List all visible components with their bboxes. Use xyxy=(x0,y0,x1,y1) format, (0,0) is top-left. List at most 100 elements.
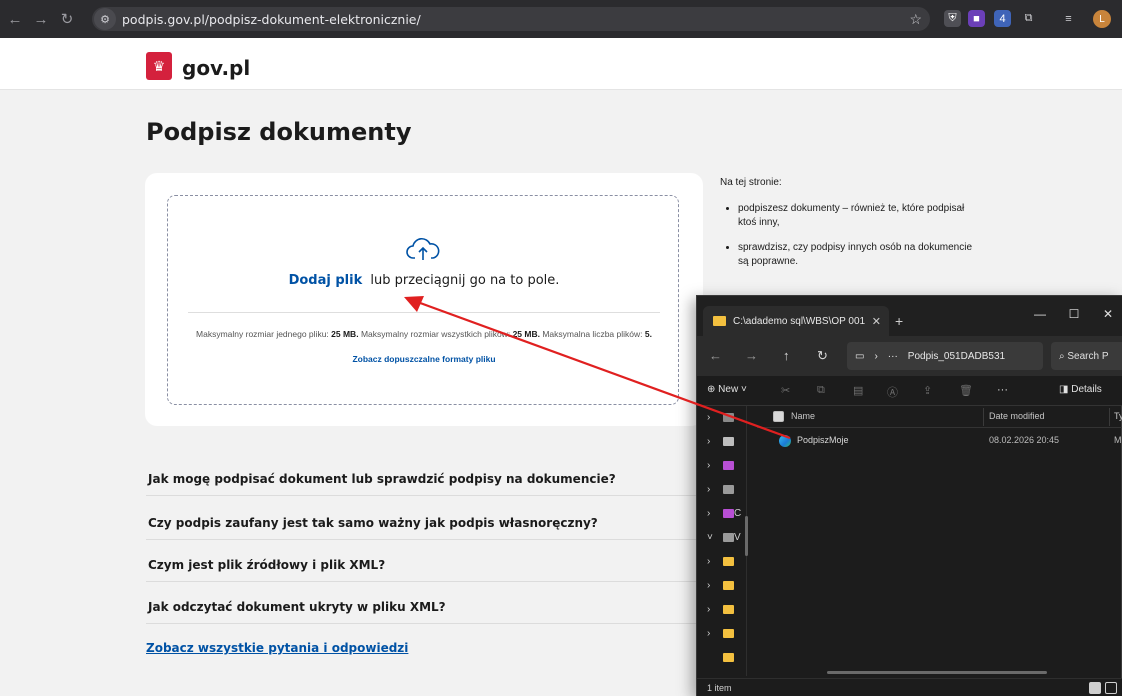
copy-icon[interactable]: ⧉ xyxy=(817,384,825,397)
nav-item[interactable]: › xyxy=(707,482,734,496)
delete-icon[interactable]: 🗑 xyxy=(959,384,973,397)
item-count: 1 item xyxy=(707,683,732,693)
extension-badge-count: 4 xyxy=(999,12,1006,25)
column-name[interactable]: Name xyxy=(791,411,815,421)
file-dropzone[interactable]: Dodaj plik lub przeciągnij go na to pole… xyxy=(167,195,679,405)
new-label: New xyxy=(718,384,739,395)
search-placeholder: Search P xyxy=(1067,350,1109,362)
navigation-scrollbar[interactable] xyxy=(745,516,748,556)
limit-count-label: Maksymalna liczba plików: xyxy=(542,329,643,339)
tiles-view-icon[interactable] xyxy=(1105,682,1117,694)
horizontal-scrollbar[interactable] xyxy=(827,671,1047,674)
up-icon[interactable]: ↑ xyxy=(783,348,790,363)
forward-icon[interactable]: → xyxy=(30,11,52,28)
column-date-modified[interactable]: Date modified xyxy=(989,411,1045,421)
allowed-formats-link[interactable]: Zobacz dopuszczalne formaty pliku xyxy=(168,354,680,364)
forward-icon[interactable]: → xyxy=(745,348,758,363)
file-row[interactable]: PodpiszMoje 08.02.2026 20:45 Mi xyxy=(757,432,1122,450)
close-tab-icon[interactable]: ✕ xyxy=(872,315,881,328)
paste-icon[interactable]: ▤ xyxy=(853,384,863,397)
nav-item[interactable]: › xyxy=(707,410,734,424)
address-bar[interactable]: ⚙ podpis.gov.pl/podpisz-dokument-elektro… xyxy=(92,7,930,31)
file-type: Mi xyxy=(1114,435,1122,445)
path-overflow[interactable]: ··· xyxy=(888,351,898,362)
nav-folder[interactable]: › xyxy=(707,578,734,592)
file-date: 08.02.2026 20:45 xyxy=(989,435,1060,445)
nav-item[interactable]: › xyxy=(707,434,734,448)
explorer-search[interactable]: ⌕ Search P xyxy=(1051,342,1122,370)
refresh-icon[interactable]: ↻ xyxy=(817,348,828,364)
new-tab-icon[interactable]: + xyxy=(895,313,903,329)
back-icon[interactable]: ← xyxy=(709,348,722,363)
faq-item-xml-document[interactable]: Jak odczytać dokument ukryty w pliku XML… xyxy=(146,590,702,624)
upload-limits: Maksymalny rozmiar jednego pliku: 25 MB.… xyxy=(188,329,660,340)
file-list-header: Name Date modified Typ xyxy=(757,406,1122,428)
upload-card: Dodaj plik lub przeciągnij go na to pole… xyxy=(145,173,703,426)
faq-item-sign-document[interactable]: Jak mogę podpisać dokument lub sprawdzić… xyxy=(146,462,702,496)
page-summary: Na tej stronie: podpiszesz dokumenty – r… xyxy=(720,176,980,280)
limit-total-label: Maksymalny rozmiar wszystkich plików: xyxy=(360,329,511,339)
summary-item: sprawdzisz, czy podpisy innych osób na d… xyxy=(738,241,980,269)
close-window-icon[interactable]: ✕ xyxy=(1099,307,1117,321)
shield-extension-icon[interactable]: ⛨ xyxy=(944,10,961,27)
details-label: Details xyxy=(1071,384,1102,395)
explorer-navigation-pane: › › › › › C ˅ V › › › › xyxy=(697,406,747,676)
v-drive-label: V xyxy=(734,531,741,543)
brand-name[interactable]: gov.pl xyxy=(182,56,250,80)
cut-icon[interactable]: ✂ xyxy=(781,384,790,397)
extension-badge-icon[interactable]: 4 xyxy=(994,10,1011,27)
path-current-folder[interactable]: Podpis_051DADB531 xyxy=(908,351,1005,362)
back-icon[interactable]: ← xyxy=(4,11,26,28)
nav-folder[interactable]: › xyxy=(707,554,734,568)
nav-folder[interactable]: › xyxy=(707,602,734,616)
more-options-button[interactable]: ··· xyxy=(997,384,1008,396)
select-all-checkbox[interactable] xyxy=(773,411,784,422)
limit-single-value: 25 MB. xyxy=(331,329,359,339)
explorer-command-bar: ⊕ New ˅ ✂ ⧉ ▤ Ⓐ ⇪ 🗑 ··· ◨ Details xyxy=(697,376,1122,406)
polish-eagle-logo-icon[interactable]: ♛ xyxy=(146,52,172,80)
explorer-titlebar: C:\adademo sql\WBS\OP 001 ✕ + — ☐ ✕ xyxy=(697,296,1122,336)
column-type[interactable]: Typ xyxy=(1114,411,1122,421)
nav-item[interactable]: › xyxy=(707,458,734,472)
puzzle-extensions-icon[interactable]: ⧉ xyxy=(1020,10,1037,27)
file-name[interactable]: PodpiszMoje xyxy=(797,435,849,445)
faq-item-source-file[interactable]: Czym jest plik źródłowy i plik XML? xyxy=(146,548,702,582)
site-info-icon[interactable]: ⚙ xyxy=(94,8,116,30)
all-faq-link[interactable]: Zobacz wszystkie pytania i odpowiedzi xyxy=(146,641,408,655)
explorer-address-bar[interactable]: ▭ › ··· Podpis_051DADB531 xyxy=(847,342,1043,370)
url-text[interactable]: podpis.gov.pl/podpisz-dokument-elektroni… xyxy=(122,12,421,27)
explorer-tab[interactable]: C:\adademo sql\WBS\OP 001 ✕ xyxy=(703,306,889,336)
folder-icon xyxy=(713,316,726,326)
browser-toolbar: ← → ↻ ⚙ podpis.gov.pl/podpisz-dokument-e… xyxy=(0,0,1122,38)
limit-count-value: 5. xyxy=(644,329,652,339)
add-file-link[interactable]: Dodaj plik xyxy=(289,273,363,288)
reload-icon[interactable]: ↻ xyxy=(56,10,78,28)
dropzone-divider xyxy=(188,312,660,313)
nav-folder[interactable]: › xyxy=(707,626,734,640)
faq-item-trusted-signature[interactable]: Czy podpis zaufany jest tak samo ważny j… xyxy=(146,506,702,540)
explorer-tab-title: C:\adademo sql\WBS\OP 001 xyxy=(733,315,866,327)
maximize-icon[interactable]: ☐ xyxy=(1065,307,1083,321)
column-divider[interactable] xyxy=(983,408,984,426)
reading-list-icon[interactable]: ≡ xyxy=(1060,10,1077,27)
limit-total-value: 25 MB. xyxy=(512,329,540,339)
details-view-icon[interactable] xyxy=(1089,682,1101,694)
nav-item-v-drive[interactable]: ˅ V xyxy=(707,530,741,544)
new-button[interactable]: ⊕ New ˅ xyxy=(707,384,747,395)
site-header: ♛ gov.pl xyxy=(0,38,1122,90)
bookmark-star-icon[interactable]: ☆ xyxy=(909,11,922,28)
rename-icon[interactable]: Ⓐ xyxy=(887,384,898,400)
profile-avatar[interactable]: L xyxy=(1093,10,1111,28)
summary-item: podpiszesz dokumenty – również te, które… xyxy=(738,202,980,230)
column-divider[interactable] xyxy=(1109,408,1110,426)
page-title: Podpisz dokumenty xyxy=(146,118,412,146)
nav-item-c-drive[interactable]: › C xyxy=(707,506,741,520)
limit-single-label: Maksymalny rozmiar jednego pliku: xyxy=(196,329,329,339)
nav-folder[interactable] xyxy=(707,650,734,664)
extension-icon[interactable]: ■ xyxy=(968,10,985,27)
monitor-icon: ▭ xyxy=(855,350,865,362)
share-icon[interactable]: ⇪ xyxy=(923,384,932,397)
details-pane-button[interactable]: ◨ Details xyxy=(1059,384,1102,395)
minimize-icon[interactable]: — xyxy=(1031,307,1049,321)
file-explorer-window: C:\adademo sql\WBS\OP 001 ✕ + — ☐ ✕ ← → … xyxy=(696,295,1122,696)
